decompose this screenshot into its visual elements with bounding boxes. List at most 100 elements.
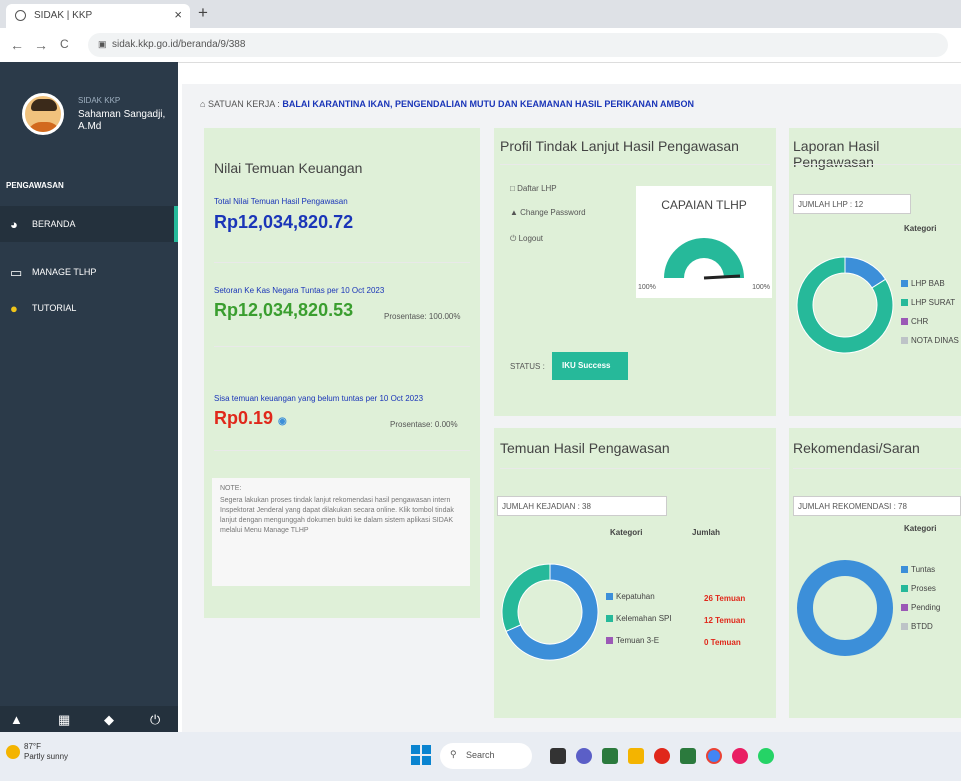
divider <box>214 262 470 263</box>
change-password-link[interactable]: ▲ Change Password <box>510 208 586 217</box>
legend-swatch <box>606 593 613 601</box>
org-label: SIDAK KKP <box>78 96 121 105</box>
rekomendasi-donut-chart <box>797 560 893 656</box>
user-name: Sahaman Sangadji, A.Md <box>78 109 166 132</box>
legend-label: Pending <box>911 603 941 612</box>
app-icon[interactable] <box>732 748 748 764</box>
weather-widget[interactable]: 87°F Partly sunny <box>24 742 68 762</box>
store-icon[interactable] <box>680 748 696 764</box>
legend-item: NOTA DINAS <box>901 331 959 350</box>
legend-label: LHP BAB <box>911 279 945 288</box>
unit-name: BALAI KARANTINA IKAN, PENGENDALIAN MUTU … <box>282 99 694 109</box>
rekomendasi-title: Rekomendasi/Saran <box>793 440 920 456</box>
chat-icon[interactable] <box>576 748 592 764</box>
setoran-value: Rp12,034,820.53 <box>214 300 354 320</box>
legend-item: Temuan 3-E 0 Temuan <box>606 630 771 652</box>
unit-header: ⌂ SATUAN KERJA : BALAI KARANTINA IKAN, P… <box>200 99 694 109</box>
legend-swatch <box>606 615 613 623</box>
windows-start-icon[interactable] <box>411 745 431 765</box>
sidebar-item-beranda[interactable]: ◕ BERANDA <box>0 206 178 242</box>
total-value: Rp12,034,820.72 <box>214 212 354 232</box>
temuan-title: Temuan Hasil Pengawasan <box>500 440 670 456</box>
legend-item: Kepatuhan 26 Temuan <box>606 586 771 608</box>
reload-button[interactable]: C <box>60 37 69 51</box>
tag-icon[interactable]: ◆ <box>104 712 114 728</box>
legend-value: 12 Temuan <box>704 616 746 625</box>
temuan-legend: Kepatuhan 26 Temuan Kelemahan SPI 12 Temuan… <box>606 586 771 652</box>
donut-slice-kelemahan-spi <box>501 563 551 632</box>
bank-icon: ⌂ <box>200 99 206 109</box>
app-icon[interactable] <box>602 748 618 764</box>
legend-value: 26 Temuan <box>704 594 746 603</box>
close-tab-icon[interactable]: × <box>174 7 182 22</box>
eye-icon[interactable]: ◉ <box>278 416 287 427</box>
sisa-pct: Prosentase: 0.00% <box>390 420 458 429</box>
url-field[interactable]: ▣ sidak.kkp.go.id/beranda/9/388 <box>88 33 948 57</box>
temuan-jumlah: Jumlah <box>692 528 721 537</box>
lock-icon: ▣ <box>98 39 107 49</box>
opera-icon[interactable] <box>654 748 670 764</box>
unit-prefix: SATUAN KERJA : <box>207 99 280 109</box>
power-icon[interactable]: ⏻ <box>150 712 160 728</box>
whatsapp-icon[interactable] <box>758 748 774 764</box>
globe-icon <box>15 10 26 21</box>
status-button[interactable]: IKU Success <box>552 352 628 380</box>
profil-title: Profil Tindak Lanjut Hasil Pengawasan <box>500 138 739 154</box>
gauge-title: CAPAIAN TLHP <box>661 198 747 212</box>
total-label: Total Nilai Temuan Hasil Pengawasan <box>214 197 348 206</box>
lock-icon[interactable]: ▲ <box>10 712 23 727</box>
laporan-kategori: Kategori <box>904 224 937 233</box>
laporan-title: Laporan Hasil Pengawasan <box>793 138 880 170</box>
sisa-value: Rp0.19 ◉ <box>214 408 287 428</box>
forward-button[interactable]: → <box>34 37 48 53</box>
file-explorer-icon[interactable] <box>628 748 644 764</box>
legend-label: Kepatuhan <box>616 592 655 601</box>
document-icon: □ <box>510 184 518 193</box>
chrome-icon[interactable] <box>706 748 722 764</box>
new-tab-button[interactable]: + <box>198 3 208 23</box>
power-icon: ⏻ <box>510 234 519 243</box>
gauge-min: 100% <box>638 284 656 291</box>
laporan-donut-chart <box>796 256 894 354</box>
legend-label: Proses <box>911 584 936 593</box>
daftar-lhp-link[interactable]: □ Daftar LHP <box>510 184 557 193</box>
url-text: sidak.kkp.go.id/beranda/9/388 <box>112 39 246 50</box>
note-text: Segera lakukan proses tindak lanjut reko… <box>220 497 454 534</box>
legend-swatch <box>901 299 908 307</box>
back-button[interactable]: ← <box>10 37 24 53</box>
info-icon: ● <box>10 301 18 316</box>
temuan-kategori: Kategori <box>610 528 643 537</box>
sidebar-item-manage-tlhp[interactable]: ▭ MANAGE TLHP <box>0 254 178 290</box>
browser-tab[interactable]: SIDAK | KKP × <box>6 4 190 28</box>
task-view-icon[interactable] <box>550 748 566 764</box>
legend-label: Kelemahan SPI <box>616 614 672 623</box>
sidebar-item-tutorial[interactable]: ● TUTORIAL <box>0 290 178 326</box>
tab-title: SIDAK | KKP <box>34 10 93 21</box>
legend-label: LHP SURAT <box>911 298 956 307</box>
divider <box>500 164 770 165</box>
legend-label: BTDD <box>911 622 933 631</box>
divider <box>214 450 470 451</box>
lock-icon: ▲ <box>510 208 521 217</box>
donut-slice-tuntas <box>797 560 893 656</box>
sidebar-header <box>0 62 178 84</box>
weather-icon[interactable] <box>6 745 20 759</box>
divider <box>214 346 470 347</box>
gauge-chart <box>664 238 744 280</box>
legend-swatch <box>901 585 908 593</box>
jumlah-kejadian-field: JUMLAH KEJADIAN : 38 <box>497 496 667 516</box>
note-box: NOTE: Segera lakukan proses tindak lanju… <box>212 478 470 586</box>
monitor-icon: ▭ <box>10 265 23 280</box>
laporan-legend: LHP BAB LHP SURAT CHR NOTA DINAS <box>901 274 959 350</box>
logout-link[interactable]: ⏻ Logout <box>510 234 543 244</box>
jumlah-rekomendasi-field: JUMLAH REKOMENDASI : 78 <box>793 496 961 516</box>
rekomendasi-kategori: Kategori <box>904 524 937 533</box>
legend-item: Kelemahan SPI 12 Temuan <box>606 608 771 630</box>
taskbar-search[interactable]: ⚲ Search <box>440 743 532 769</box>
legend-swatch <box>901 337 908 345</box>
legend-item: Proses <box>901 579 940 598</box>
grid-icon[interactable]: ▦ <box>58 712 70 728</box>
legend-label: NOTA DINAS <box>911 336 959 345</box>
legend-swatch <box>901 318 908 326</box>
divider <box>500 468 770 469</box>
